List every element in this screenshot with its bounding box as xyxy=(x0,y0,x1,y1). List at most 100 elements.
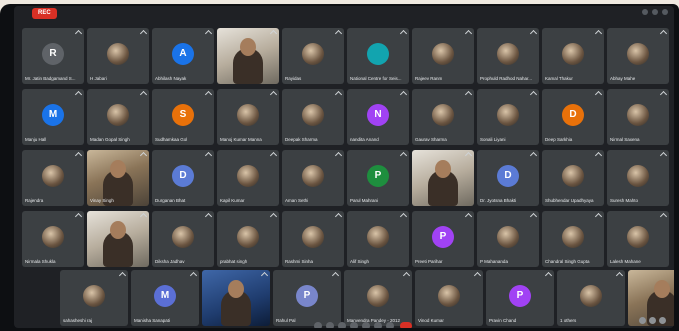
participant-tile[interactable]: P Preeti Parihar xyxy=(412,211,474,267)
participant-tile[interactable]: Suresh Mahto xyxy=(607,150,669,206)
participant-tile[interactable]: Madan Gopal Singh xyxy=(87,89,149,145)
pin-icon[interactable] xyxy=(473,271,482,280)
pin-icon[interactable] xyxy=(594,212,603,221)
participant-tile[interactable] xyxy=(217,28,279,84)
pin-icon[interactable] xyxy=(74,90,83,99)
pin-icon[interactable] xyxy=(269,90,278,99)
participant-tile[interactable]: D Deep Sarkhia xyxy=(542,89,604,145)
participant-tile[interactable] xyxy=(412,150,474,206)
pin-icon[interactable] xyxy=(594,90,603,99)
pin-icon[interactable] xyxy=(139,151,148,160)
pin-icon[interactable] xyxy=(659,29,668,38)
participant-tile[interactable]: Gaurav Sharma xyxy=(412,89,474,145)
pin-icon[interactable] xyxy=(139,90,148,99)
pin-icon[interactable] xyxy=(464,151,473,160)
participant-tile[interactable]: H Jabari xyxy=(87,28,149,84)
pin-icon[interactable] xyxy=(269,29,278,38)
participant-tile[interactable]: 1 others xyxy=(557,270,625,326)
participant-tile[interactable]: R Mr. Jatin Badgamand S... xyxy=(22,28,84,84)
participant-tile[interactable]: Lalesh Mahane xyxy=(607,211,669,267)
pin-icon[interactable] xyxy=(399,90,408,99)
pin-icon[interactable] xyxy=(594,29,603,38)
participant-tile[interactable]: Manoj Kumar Manna xyxy=(217,89,279,145)
participant-tile[interactable]: Deepak Sharma xyxy=(282,89,344,145)
pin-icon[interactable] xyxy=(544,271,553,280)
participant-tile[interactable]: Sonali Liyani xyxy=(477,89,539,145)
people-icon[interactable] xyxy=(639,317,646,324)
pin-icon[interactable] xyxy=(204,151,213,160)
participant-tile[interactable]: Aman Sethi xyxy=(282,150,344,206)
participant-tile[interactable]: sahasheshi raj xyxy=(60,270,128,326)
info-icon[interactable] xyxy=(314,322,322,328)
pin-icon[interactable] xyxy=(399,212,408,221)
camera-icon[interactable] xyxy=(338,322,346,328)
pin-icon[interactable] xyxy=(402,271,411,280)
pin-icon[interactable] xyxy=(139,29,148,38)
participant-tile[interactable]: M Manisha Sanapati xyxy=(131,270,199,326)
participant-tile[interactable]: Nirmala Shukla xyxy=(22,211,84,267)
more-options-icon[interactable] xyxy=(386,322,394,328)
pin-icon[interactable] xyxy=(659,212,668,221)
pin-icon[interactable] xyxy=(529,151,538,160)
participant-tile[interactable] xyxy=(202,270,270,326)
pin-icon[interactable] xyxy=(260,271,269,280)
pin-icon[interactable] xyxy=(334,212,343,221)
participant-tile[interactable]: Rajendra xyxy=(22,150,84,206)
pin-icon[interactable] xyxy=(189,271,198,280)
participant-tile[interactable]: Rashmi Sinha xyxy=(282,211,344,267)
captions-icon[interactable] xyxy=(350,322,358,328)
participant-tile[interactable]: Nnandita Anand xyxy=(347,89,409,145)
participant-tile[interactable]: National Centre for Seis... xyxy=(347,28,409,84)
pin-icon[interactable] xyxy=(529,90,538,99)
minimize-icon[interactable] xyxy=(642,9,648,15)
participant-tile[interactable]: Abhay Mahe xyxy=(607,28,669,84)
pin-icon[interactable] xyxy=(399,29,408,38)
participant-tile[interactable]: Chandral Singh Gupta xyxy=(542,211,604,267)
end-call-button[interactable] xyxy=(400,322,412,328)
pin-icon[interactable] xyxy=(204,90,213,99)
pin-icon[interactable] xyxy=(399,151,408,160)
chat-icon[interactable] xyxy=(649,317,656,324)
participant-tile[interactable] xyxy=(87,211,149,267)
pin-icon[interactable] xyxy=(204,212,213,221)
participant-tile[interactable]: P Mahananda xyxy=(477,211,539,267)
participant-tile[interactable]: P Pravin Chand xyxy=(486,270,554,326)
pin-icon[interactable] xyxy=(464,29,473,38)
participant-tile[interactable]: D Durganan Bhat xyxy=(152,150,214,206)
participant-tile[interactable]: Rayidas xyxy=(282,28,344,84)
pin-icon[interactable] xyxy=(529,29,538,38)
raise-hand-icon[interactable] xyxy=(362,322,370,328)
pin-icon[interactable] xyxy=(139,212,148,221)
pin-icon[interactable] xyxy=(594,151,603,160)
participant-tile[interactable]: S Sudhamkaa Gol xyxy=(152,89,214,145)
pin-icon[interactable] xyxy=(334,29,343,38)
pin-icon[interactable] xyxy=(74,151,83,160)
pin-icon[interactable] xyxy=(615,271,624,280)
pin-icon[interactable] xyxy=(269,151,278,160)
present-icon[interactable] xyxy=(374,322,382,328)
participant-tile[interactable]: Diksha Jadhav xyxy=(152,211,214,267)
participant-tile[interactable]: Kapil Kumar xyxy=(217,150,279,206)
pin-icon[interactable] xyxy=(74,29,83,38)
participant-tile[interactable]: A Abhilash Nayak xyxy=(152,28,214,84)
participant-tile[interactable]: Alif Singh xyxy=(347,211,409,267)
pin-icon[interactable] xyxy=(659,90,668,99)
maximize-icon[interactable] xyxy=(652,9,658,15)
participant-tile[interactable]: D Dr. Jyotsna Bhakti xyxy=(477,150,539,206)
pin-icon[interactable] xyxy=(334,90,343,99)
pin-icon[interactable] xyxy=(334,151,343,160)
pin-icon[interactable] xyxy=(464,212,473,221)
microphone-icon[interactable] xyxy=(326,322,334,328)
participant-tile[interactable]: Prophuld Radhod Nahar... xyxy=(477,28,539,84)
pin-icon[interactable] xyxy=(118,271,127,280)
pin-icon[interactable] xyxy=(74,212,83,221)
participant-tile[interactable]: P Parul Mahrani xyxy=(347,150,409,206)
pin-icon[interactable] xyxy=(331,271,340,280)
participant-tile[interactable]: Kamal Thakur xyxy=(542,28,604,84)
pin-icon[interactable] xyxy=(269,212,278,221)
participant-tile[interactable]: Vinay Singh xyxy=(87,150,149,206)
pin-icon[interactable] xyxy=(529,212,538,221)
pin-icon[interactable] xyxy=(659,151,668,160)
participant-tile[interactable]: M Manju Hall xyxy=(22,89,84,145)
participant-tile[interactable]: Manvendra Pandey - 2012 xyxy=(344,270,412,326)
